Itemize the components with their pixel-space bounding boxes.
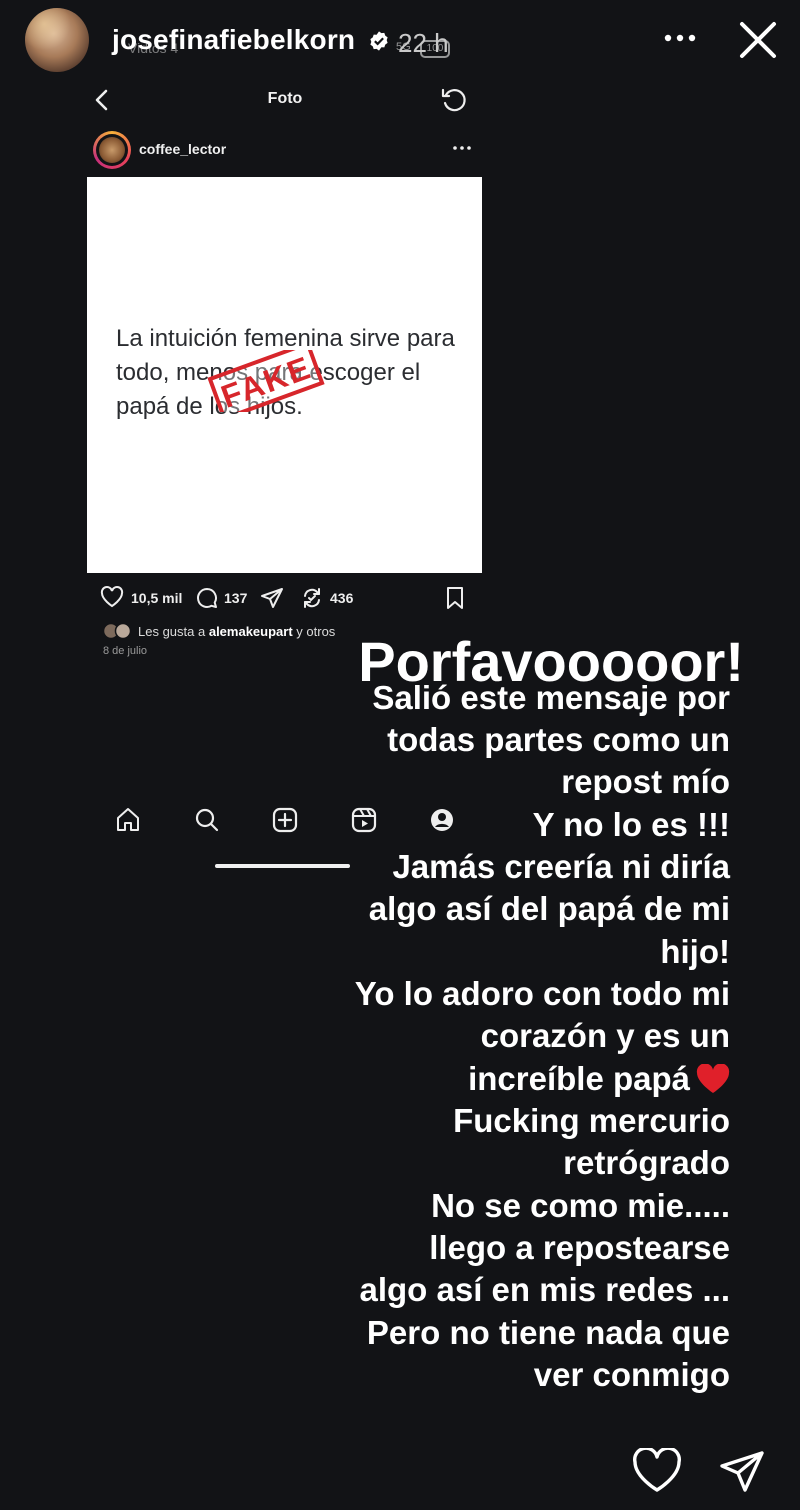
caption-line: Pero no tiene nada que (366, 1314, 730, 1351)
more-icon[interactable] (660, 22, 700, 52)
fake-stamp: FAKE (207, 350, 325, 412)
red-heart-emoji (696, 1064, 730, 1093)
caption-line: Yo lo adoro con todo mi (354, 975, 730, 1012)
screenshot-title: Foto (267, 90, 303, 107)
search-icon (195, 808, 219, 832)
reels-icon (351, 807, 377, 833)
close-icon[interactable] (734, 16, 782, 64)
caption-line: increíble papá (468, 1060, 690, 1097)
caption-line: Fucking mercurio (453, 1102, 730, 1139)
home-icon (117, 808, 139, 831)
refresh-icon (441, 88, 466, 112)
caption-line: algo así del papá de mi (368, 890, 730, 927)
caption-line: No se como mie..... (431, 1187, 730, 1224)
like-story-icon[interactable] (632, 1448, 682, 1494)
caption-line: Jamás creería ni diría (392, 848, 730, 885)
back-chevron-icon (95, 89, 108, 111)
story-avatar[interactable] (25, 8, 89, 72)
caption-line: Y no lo es !!! (532, 806, 730, 843)
story-username[interactable]: josefinafiebelkorn (112, 24, 355, 56)
add-icon (272, 807, 298, 833)
bookmark-icon (447, 587, 463, 609)
share-icon (261, 588, 283, 608)
likes-count: 10,5 mil (131, 590, 183, 606)
comment-icon (197, 588, 217, 608)
post-username: coffee_lector (139, 141, 227, 157)
caption-line: retrógrado (563, 1144, 730, 1181)
verified-icon (370, 31, 388, 51)
post-date: 8 de julio (103, 645, 148, 657)
home-indicator (215, 864, 350, 868)
reposts-count: 436 (330, 590, 354, 606)
liker-avatars (103, 622, 132, 640)
caption-line: hijo! (660, 933, 730, 970)
caption-line: todas partes como un (387, 721, 730, 758)
story-time: 22 h (398, 28, 449, 58)
caption-line: corazón y es un (480, 1017, 730, 1054)
caption-line: repost mío (561, 763, 730, 800)
caption-line: Salió este mensaje por (372, 679, 730, 716)
liked-by-text: Les gusta a alemakeupart y otros (138, 624, 336, 639)
caption-line-with-heart: increíble papá (468, 1058, 730, 1100)
post-avatar (93, 131, 131, 169)
repost-icon (304, 588, 320, 608)
caption-line: llego a repostearse (429, 1229, 730, 1266)
caption-line: algo así en mis redes ... (359, 1271, 731, 1308)
heart-icon (100, 586, 124, 608)
comments-count: 137 (224, 590, 248, 606)
caption-line: ver conmigo (533, 1356, 730, 1393)
post-more-icon (453, 146, 471, 150)
send-icon[interactable] (718, 1448, 766, 1496)
profile-icon (431, 809, 453, 831)
